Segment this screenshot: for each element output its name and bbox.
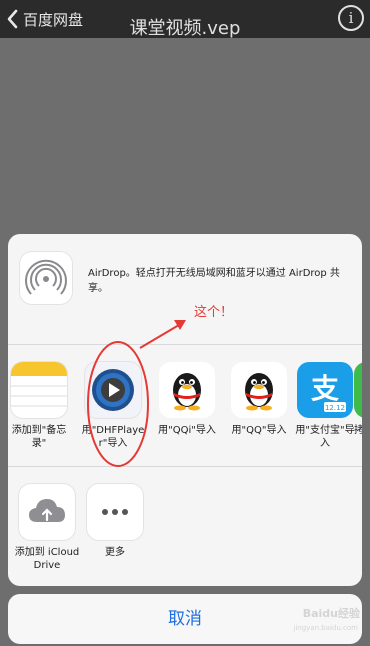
share-sheet: AirDrop。轻点打开无线局域网和蓝牙以通过 AirDrop 共享。 添加到"… xyxy=(8,234,362,586)
airdrop-row[interactable]: AirDrop。轻点打开无线局域网和蓝牙以通过 AirDrop 共享。 xyxy=(8,234,362,324)
svg-text:支: 支 xyxy=(311,372,339,405)
share-app-label: 用"DHFPlayer"导入 xyxy=(81,425,145,449)
share-app-qq[interactable]: 用"QQ"导入 xyxy=(226,362,292,437)
action-more[interactable]: 更多 xyxy=(82,484,148,559)
divider xyxy=(8,344,362,345)
play-icon xyxy=(85,362,141,418)
share-app-label: 拷 xyxy=(354,425,362,436)
share-actions-row: 添加到 iCloud Drive 更多 xyxy=(8,484,362,586)
share-app-alipay[interactable]: 支 12.12 用"支付宝"导入 xyxy=(292,362,358,450)
divider xyxy=(8,466,362,467)
page-title: 课堂视频.vep xyxy=(129,18,241,39)
airdrop-icon xyxy=(20,252,72,304)
share-apps-row: 添加到"备忘录" 用"DHFPlayer"导入 用"QQi"导入 用"QQ"导入… xyxy=(8,362,362,466)
share-app-dhfplayer[interactable]: 用"DHFPlayer"导入 xyxy=(80,362,146,450)
watermark-logo: Baidu经验 xyxy=(302,607,360,620)
share-app-label: 用"QQ"导入 xyxy=(231,425,287,436)
share-app-label: 添加到"备忘录" xyxy=(11,425,67,449)
app-icon xyxy=(354,362,362,418)
qq-penguin-icon xyxy=(159,362,215,418)
annotation-text: 这个！ xyxy=(194,305,234,320)
share-app-label: 用"QQi"导入 xyxy=(158,425,216,436)
action-label: 更多 xyxy=(105,547,125,558)
notes-icon xyxy=(11,362,67,418)
action-label: 添加到 iCloud Drive xyxy=(14,547,80,571)
share-app-notes[interactable]: 添加到"备忘录" xyxy=(8,362,72,450)
alipay-badge: 12.12 xyxy=(325,404,345,412)
alipay-icon: 支 12.12 xyxy=(297,362,353,418)
share-app-partial[interactable]: 拷 xyxy=(354,362,362,437)
share-app-qqi[interactable]: 用"QQi"导入 xyxy=(154,362,220,437)
share-app-label: 用"支付宝"导入 xyxy=(295,425,355,449)
airdrop-description: AirDrop。轻点打开无线局域网和蓝牙以通过 AirDrop 共享。 xyxy=(88,268,340,294)
info-icon[interactable]: i xyxy=(338,5,364,31)
top-bar: 百度网盘 课堂视频.vep i xyxy=(0,0,370,39)
action-add-to-icloud-drive[interactable]: 添加到 iCloud Drive xyxy=(14,484,80,572)
cloud-upload-icon xyxy=(19,484,75,540)
more-icon xyxy=(87,484,143,540)
qq-penguin-icon xyxy=(231,362,287,418)
watermark-url: jingyan.baidu.com xyxy=(293,624,358,632)
